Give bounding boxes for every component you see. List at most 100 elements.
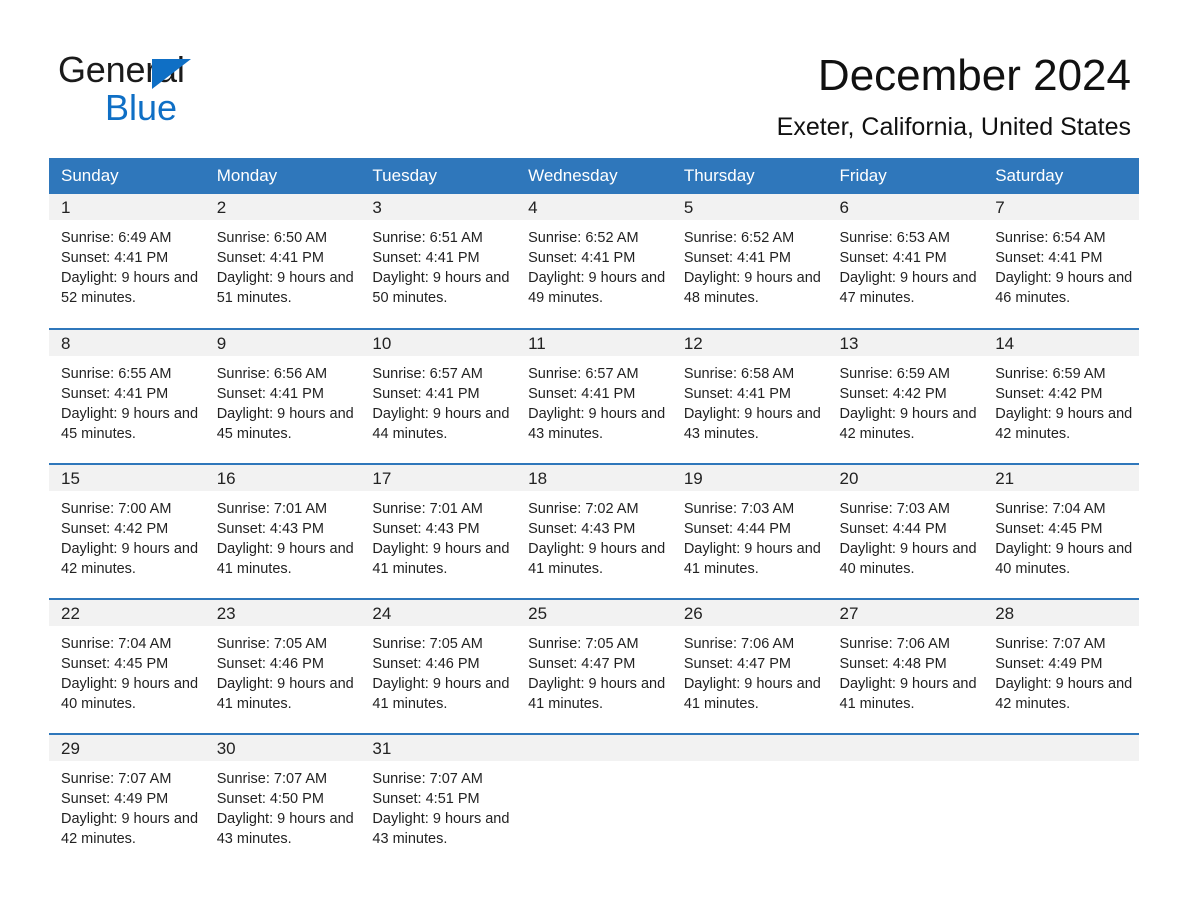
day-number	[671, 735, 828, 761]
day-number: 11	[516, 330, 672, 356]
calendar-day-cell[interactable]: 11 Sunrise: 6:57 AM Sunset: 4:41 PM Dayligh…	[516, 329, 672, 464]
daylight-text: Daylight: 9 hours and 41 minutes.	[372, 676, 510, 712]
sunset-text: Sunset: 4:49 PM	[995, 656, 1103, 672]
calendar-day-cell[interactable]: 24 Sunrise: 7:05 AM Sunset: 4:46 PM Dayligh…	[360, 599, 517, 734]
calendar-day-cell[interactable]: 17 Sunrise: 7:01 AM Sunset: 4:43 PM Dayligh…	[360, 464, 517, 599]
day-number: 8	[49, 330, 205, 356]
calendar-day-cell[interactable]: 7 Sunrise: 6:54 AM Sunset: 4:41 PM Daylight…	[983, 194, 1139, 329]
day-number: 4	[516, 194, 672, 220]
sunset-text: Sunset: 4:48 PM	[839, 656, 947, 672]
sunset-text: Sunset: 4:44 PM	[839, 521, 947, 537]
day-details: Sunrise: 7:05 AM Sunset: 4:46 PM Daylight:…	[205, 626, 361, 714]
daylight-text: Daylight: 9 hours and 41 minutes.	[372, 541, 510, 577]
calendar-day-cell[interactable]: 29 Sunrise: 7:07 AM Sunset: 4:49 PM Dayligh…	[49, 734, 205, 869]
sunset-text: Sunset: 4:41 PM	[528, 386, 636, 402]
calendar-grid: Sunday Monday Tuesday Wednesday Thursday…	[49, 158, 1139, 869]
page-title: December 2024	[817, 51, 1131, 100]
page-subtitle: Exeter, California, United States	[776, 113, 1131, 141]
day-details: Sunrise: 6:58 AM Sunset: 4:41 PM Daylight:…	[672, 356, 828, 444]
weekday-header-tuesday: Tuesday	[360, 158, 517, 194]
day-number: 27	[827, 600, 984, 626]
day-number	[516, 735, 672, 761]
sunrise-text: Sunrise: 7:00 AM	[61, 501, 172, 517]
sunrise-text: Sunrise: 7:04 AM	[61, 636, 172, 652]
calendar-day-cell[interactable]: 26 Sunrise: 7:06 AM Sunset: 4:47 PM Dayligh…	[671, 599, 828, 734]
day-details: Sunrise: 6:59 AM Sunset: 4:42 PM Daylight:…	[983, 356, 1139, 444]
daylight-text: Daylight: 9 hours and 41 minutes.	[216, 676, 354, 712]
sunset-text: Sunset: 4:46 PM	[372, 656, 480, 672]
day-number: 14	[983, 330, 1139, 356]
calendar-body: 1 Sunrise: 6:49 AM Sunset: 4:41 PM Daylight…	[49, 194, 1139, 869]
sunset-text: Sunset: 4:41 PM	[216, 250, 324, 266]
logo-triangle-icon	[152, 59, 191, 89]
sunrise-text: Sunrise: 6:53 AM	[839, 230, 950, 246]
calendar-day-cell[interactable]: 2 Sunrise: 6:50 AM Sunset: 4:41 PM Daylight…	[204, 194, 361, 329]
calendar-day-cell[interactable]: 16 Sunrise: 7:01 AM Sunset: 4:43 PM Dayligh…	[204, 464, 361, 599]
calendar-day-cell[interactable]: 31 Sunrise: 7:07 AM Sunset: 4:51 PM Dayligh…	[360, 734, 517, 869]
sunset-text: Sunset: 4:50 PM	[216, 791, 324, 807]
sunrise-text: Sunrise: 6:55 AM	[61, 366, 172, 382]
calendar-week-row: 29 Sunrise: 7:07 AM Sunset: 4:49 PM Dayligh…	[49, 734, 1139, 869]
daylight-text: Daylight: 9 hours and 43 minutes.	[216, 811, 354, 847]
sunset-text: Sunset: 4:41 PM	[61, 386, 169, 402]
day-details: Sunrise: 7:05 AM Sunset: 4:47 PM Daylight:…	[516, 626, 672, 714]
calendar-day-cell[interactable]: 5 Sunrise: 6:52 AM Sunset: 4:41 PM Daylight…	[671, 194, 828, 329]
calendar-day-cell[interactable]: 6 Sunrise: 6:53 AM Sunset: 4:41 PM Daylight…	[827, 194, 984, 329]
calendar-day-cell[interactable]: 8 Sunrise: 6:55 AM Sunset: 4:41 PM Daylight…	[49, 329, 205, 464]
sunset-text: Sunset: 4:41 PM	[683, 386, 792, 402]
sunrise-text: Sunrise: 6:50 AM	[216, 230, 328, 246]
day-details: Sunrise: 7:00 AM Sunset: 4:42 PM Daylight:…	[49, 491, 205, 579]
sunset-text: Sunset: 4:42 PM	[995, 386, 1103, 402]
day-details: Sunrise: 6:55 AM Sunset: 4:41 PM Daylight:…	[49, 356, 205, 444]
page-header: General Blue December 2024 Exeter, Calif…	[0, 0, 1188, 150]
calendar-day-cell[interactable]: 1 Sunrise: 6:49 AM Sunset: 4:41 PM Daylight…	[49, 194, 205, 329]
sunrise-text: Sunrise: 6:54 AM	[995, 230, 1106, 246]
day-number: 10	[360, 330, 517, 356]
calendar-day-cell[interactable]: 12 Sunrise: 6:58 AM Sunset: 4:41 PM Dayligh…	[671, 329, 828, 464]
calendar-day-cell[interactable]: 10 Sunrise: 6:57 AM Sunset: 4:41 PM Dayligh…	[360, 329, 517, 464]
calendar-day-cell[interactable]: 9 Sunrise: 6:56 AM Sunset: 4:41 PM Daylight…	[204, 329, 361, 464]
sunrise-text: Sunrise: 7:03 AM	[839, 501, 950, 517]
day-details: Sunrise: 6:54 AM Sunset: 4:41 PM Daylight:…	[983, 220, 1139, 308]
calendar-day-cell[interactable]: 30 Sunrise: 7:07 AM Sunset: 4:50 PM Dayligh…	[204, 734, 361, 869]
logo-text-blue: Blue	[105, 87, 178, 128]
sunrise-text: Sunrise: 7:07 AM	[61, 771, 172, 787]
day-number: 1	[49, 194, 205, 220]
calendar-day-cell[interactable]: 13 Sunrise: 6:59 AM Sunset: 4:42 PM Dayligh…	[827, 329, 984, 464]
sunrise-text: Sunrise: 7:03 AM	[683, 501, 795, 517]
day-number: 7	[983, 194, 1139, 220]
sunrise-text: Sunrise: 7:06 AM	[839, 636, 950, 652]
daylight-text: Daylight: 9 hours and 45 minutes.	[216, 406, 354, 442]
day-details: Sunrise: 7:07 AM Sunset: 4:51 PM Daylight:…	[360, 761, 516, 849]
calendar-day-cell[interactable]: 14 Sunrise: 6:59 AM Sunset: 4:42 PM Dayligh…	[983, 329, 1139, 464]
calendar-empty-cell	[671, 734, 828, 869]
calendar-day-cell[interactable]: 15 Sunrise: 7:00 AM Sunset: 4:42 PM Dayligh…	[49, 464, 205, 599]
day-details: Sunrise: 6:59 AM Sunset: 4:42 PM Daylight:…	[828, 356, 984, 444]
day-details: Sunrise: 7:06 AM Sunset: 4:47 PM Daylight:…	[672, 626, 828, 714]
calendar-day-cell[interactable]: 4 Sunrise: 6:52 AM Sunset: 4:41 PM Daylight…	[516, 194, 672, 329]
calendar-day-cell[interactable]: 25 Sunrise: 7:05 AM Sunset: 4:47 PM Dayligh…	[516, 599, 672, 734]
day-details: Sunrise: 6:52 AM Sunset: 4:41 PM Daylight:…	[672, 220, 828, 308]
calendar-day-cell[interactable]: 18 Sunrise: 7:02 AM Sunset: 4:43 PM Dayligh…	[516, 464, 672, 599]
calendar-day-cell[interactable]: 27 Sunrise: 7:06 AM Sunset: 4:48 PM Dayligh…	[827, 599, 984, 734]
weekday-header-monday: Monday	[204, 158, 361, 194]
calendar-day-cell[interactable]: 23 Sunrise: 7:05 AM Sunset: 4:46 PM Dayligh…	[204, 599, 361, 734]
calendar-day-cell[interactable]: 19 Sunrise: 7:03 AM Sunset: 4:44 PM Dayligh…	[671, 464, 828, 599]
calendar-day-cell[interactable]: 21 Sunrise: 7:04 AM Sunset: 4:45 PM Dayligh…	[983, 464, 1139, 599]
day-details: Sunrise: 7:07 AM Sunset: 4:49 PM Daylight:…	[983, 626, 1139, 714]
daylight-text: Daylight: 9 hours and 43 minutes.	[683, 406, 821, 442]
day-number: 20	[827, 465, 984, 491]
sunrise-text: Sunrise: 6:59 AM	[995, 366, 1106, 382]
day-details: Sunrise: 7:02 AM Sunset: 4:43 PM Daylight:…	[516, 491, 672, 579]
calendar-day-cell[interactable]: 28 Sunrise: 7:07 AM Sunset: 4:49 PM Dayligh…	[983, 599, 1139, 734]
day-number: 6	[827, 194, 984, 220]
calendar-day-cell[interactable]: 20 Sunrise: 7:03 AM Sunset: 4:44 PM Dayligh…	[827, 464, 984, 599]
daylight-text: Daylight: 9 hours and 44 minutes.	[372, 406, 510, 442]
calendar-day-cell[interactable]: 22 Sunrise: 7:04 AM Sunset: 4:45 PM Dayligh…	[49, 599, 205, 734]
calendar-day-cell[interactable]: 3 Sunrise: 6:51 AM Sunset: 4:41 PM Daylight…	[360, 194, 517, 329]
sunset-text: Sunset: 4:41 PM	[372, 250, 480, 266]
day-number: 21	[983, 465, 1139, 491]
day-details: Sunrise: 7:06 AM Sunset: 4:48 PM Daylight:…	[828, 626, 984, 714]
sunset-text: Sunset: 4:41 PM	[61, 250, 169, 266]
weekday-header-sunday: Sunday	[49, 158, 205, 194]
